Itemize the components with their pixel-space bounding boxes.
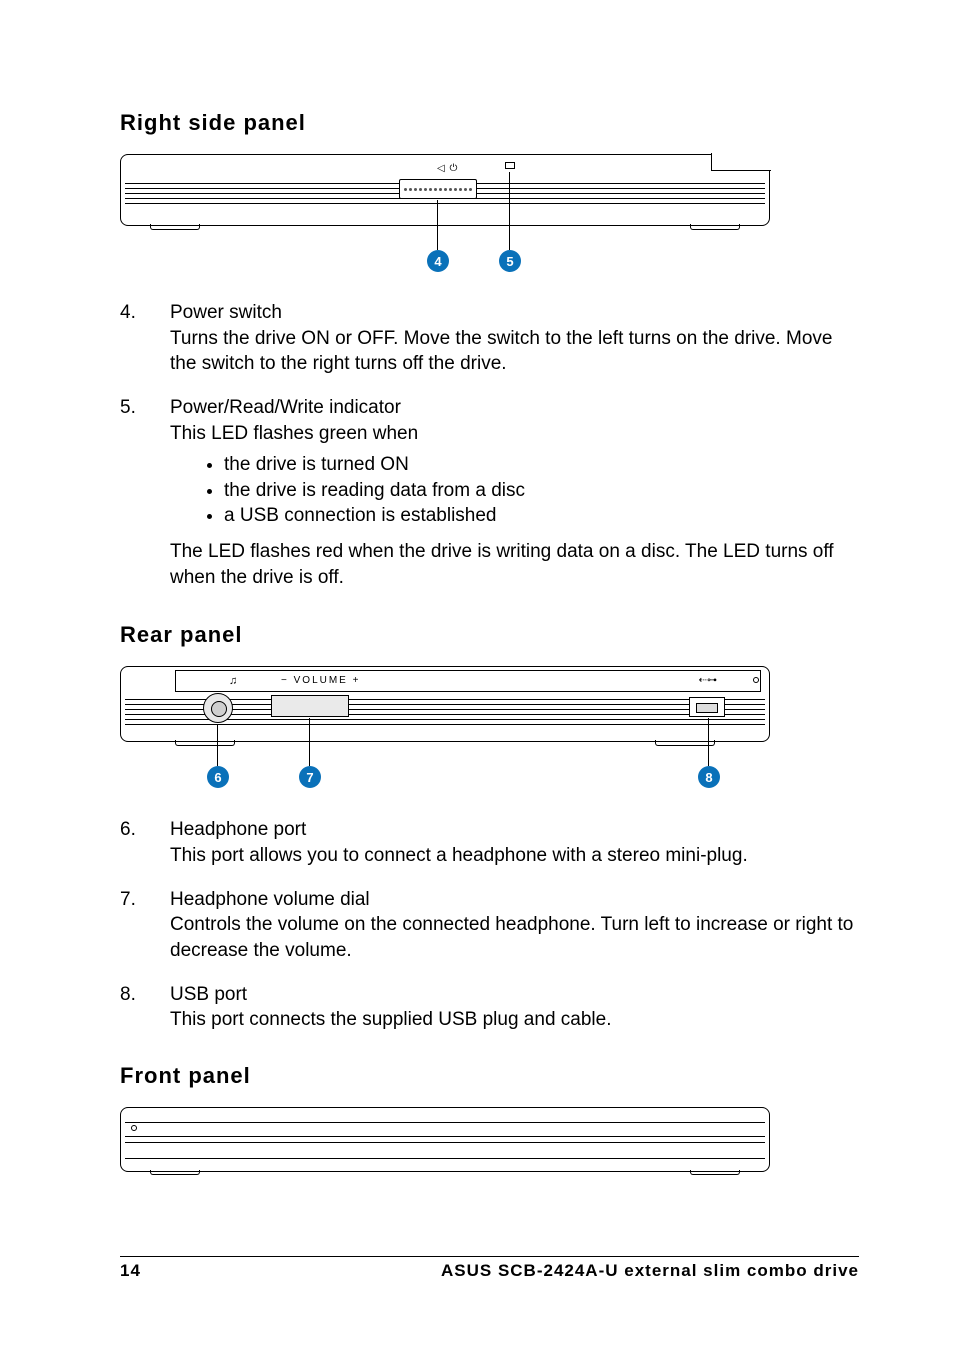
item-desc: This port connects the supplied USB plug… bbox=[170, 1007, 859, 1033]
device-front-body bbox=[120, 1107, 770, 1172]
item-5-desc-after: The LED flashes red when the drive is wr… bbox=[170, 539, 859, 590]
headphone-icon: ♫ bbox=[229, 675, 237, 687]
heading-right-side: Right side panel bbox=[120, 110, 859, 136]
callout-6: 6 bbox=[207, 766, 229, 788]
figure-rear: ♫ − VOLUME + ⇠⊶ 6 7 8 bbox=[120, 666, 859, 801]
item-number: 5. bbox=[120, 395, 170, 446]
item-desc: Controls the volume on the connected hea… bbox=[170, 912, 859, 963]
usb-icon: ⇠⊶ bbox=[699, 675, 717, 686]
figure-front bbox=[120, 1107, 859, 1197]
bullet: the drive is reading data from a disc bbox=[224, 478, 859, 504]
callout-5: 5 bbox=[499, 250, 521, 272]
heading-front: Front panel bbox=[120, 1063, 859, 1089]
item-title: Headphone volume dial bbox=[170, 887, 859, 913]
callout-4: 4 bbox=[427, 250, 449, 272]
item-7: 7. Headphone volume dial Controls the vo… bbox=[120, 887, 859, 964]
page-number: 14 bbox=[120, 1261, 141, 1281]
item-title: USB port bbox=[170, 982, 859, 1008]
footer-title: ASUS SCB-2424A-U external slim combo dri… bbox=[441, 1261, 859, 1281]
figure-right-side: ◁ ⏻ 4 5 bbox=[120, 154, 859, 284]
item-title: Power/Read/Write indicator bbox=[170, 395, 859, 421]
vent-grille bbox=[399, 179, 477, 199]
bullet: the drive is turned ON bbox=[224, 452, 859, 478]
volume-dial-icon bbox=[271, 695, 349, 717]
heading-rear: Rear panel bbox=[120, 622, 859, 648]
item-6: 6. Headphone port This port allows you t… bbox=[120, 817, 859, 868]
item-8: 8. USB port This port connects the suppl… bbox=[120, 982, 859, 1033]
device-right-body: ◁ ⏻ bbox=[120, 154, 770, 226]
section-front-panel: Front panel bbox=[120, 1063, 859, 1197]
item-number: 4. bbox=[120, 300, 170, 377]
item-title: Power switch bbox=[170, 300, 859, 326]
power-switch-icon: ◁ ⏻ bbox=[437, 163, 458, 174]
item-desc: Turns the drive ON or OFF. Move the swit… bbox=[170, 326, 859, 377]
item-number: 7. bbox=[120, 887, 170, 964]
item-desc: This port allows you to connect a headph… bbox=[170, 843, 859, 869]
item-title: Headphone port bbox=[170, 817, 859, 843]
item-desc-intro: This LED flashes green when bbox=[170, 421, 859, 447]
led-indicator-icon bbox=[505, 162, 515, 169]
section-rear-panel: Rear panel ♫ − VOLUME + ⇠⊶ bbox=[120, 622, 859, 1032]
item-4: 4. Power switch Turns the drive ON or OF… bbox=[120, 300, 859, 377]
page-footer: 14 ASUS SCB-2424A-U external slim combo … bbox=[120, 1256, 859, 1281]
callout-8: 8 bbox=[698, 766, 720, 788]
volume-label: − VOLUME + bbox=[281, 675, 360, 686]
item-number: 8. bbox=[120, 982, 170, 1033]
bullet: a USB connection is established bbox=[224, 503, 859, 529]
manual-page: Right side panel ◁ ⏻ 4 5 bbox=[0, 0, 954, 1351]
item-5: 5. Power/Read/Write indicator This LED f… bbox=[120, 395, 859, 446]
item-number: 6. bbox=[120, 817, 170, 868]
section-right-side-panel: Right side panel ◁ ⏻ 4 5 bbox=[120, 110, 859, 590]
usb-port-icon bbox=[689, 697, 725, 717]
item-5-bullets: the drive is turned ON the drive is read… bbox=[170, 452, 859, 529]
callout-7: 7 bbox=[299, 766, 321, 788]
